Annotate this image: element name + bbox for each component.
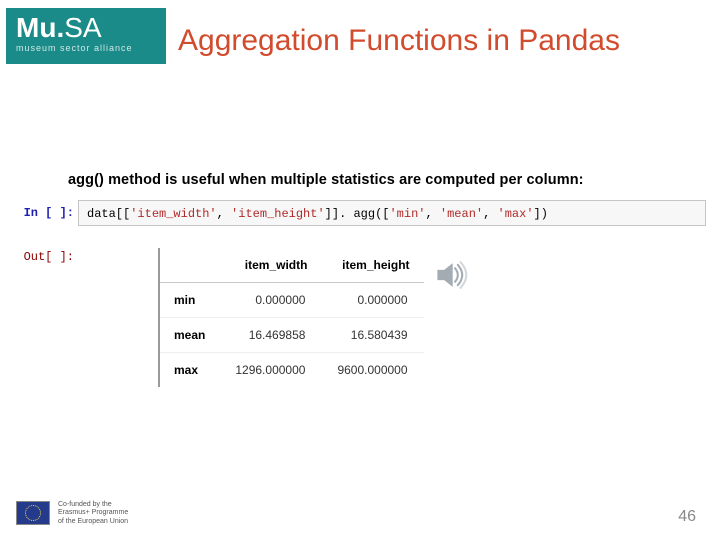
eu-flag-icon [16, 501, 50, 525]
footer-line3: of the European Union [58, 518, 128, 526]
out-prompt: Out[ ]: [16, 248, 78, 387]
table-row: min 0.000000 0.000000 [159, 283, 424, 318]
row-label-max: max [159, 353, 219, 388]
code-str4: 'mean' [440, 207, 483, 221]
table-row: max 1296.000000 9600.000000 [159, 353, 424, 388]
row-label-min: min [159, 283, 219, 318]
brand-logo: Mu.SA museum sector alliance [6, 8, 166, 64]
col-item-width: item_width [219, 248, 321, 283]
table-row: mean 16.469858 16.580439 [159, 318, 424, 353]
code-comma3: , [483, 207, 497, 221]
footer-text: Co-funded by the Erasmus+ Programme of t… [58, 501, 128, 526]
in-prompt: In [ ]: [16, 200, 78, 226]
cell: 1296.000000 [219, 353, 321, 388]
cell: 0.000000 [219, 283, 321, 318]
col-item-height: item_height [321, 248, 423, 283]
logo-subtitle: museum sector alliance [16, 44, 156, 53]
table-corner [159, 248, 219, 283]
code-str3: 'min' [389, 207, 425, 221]
slide-title: Aggregation Functions in Pandas [178, 24, 620, 58]
speaker-icon [434, 258, 468, 292]
output-table-wrap: item_width item_height min 0.000000 0.00… [158, 248, 424, 387]
table-header-row: item_width item_height [159, 248, 424, 283]
output-cell: Out[ ]: item_width item_height min 0.000… [16, 248, 706, 387]
footer-line1: Co-funded by the [58, 501, 128, 509]
output-table: item_width item_height min 0.000000 0.00… [158, 248, 424, 387]
cell: 16.580439 [321, 318, 423, 353]
logo-post: SA [64, 12, 101, 43]
logo-pre: Mu [16, 12, 56, 43]
code-cell: In [ ]: data[['item_width', 'item_height… [16, 200, 706, 226]
slide-description: agg() method is useful when multiple sta… [68, 172, 584, 188]
footer-line2: Erasmus+ Programme [58, 509, 128, 517]
cell: 0.000000 [321, 283, 423, 318]
cell: 9600.000000 [321, 353, 423, 388]
code-suffix: ]) [534, 207, 548, 221]
code-str1: 'item_width' [130, 207, 216, 221]
code-str5: 'max' [498, 207, 534, 221]
code-mid: ]]. agg([ [325, 207, 390, 221]
logo-main: Mu.SA [16, 14, 156, 42]
footer: Co-funded by the Erasmus+ Programme of t… [16, 501, 128, 526]
code-comma2: , [426, 207, 440, 221]
cell: 16.469858 [219, 318, 321, 353]
code-comma1: , [217, 207, 231, 221]
code-prefix: data[[ [87, 207, 130, 221]
page-number: 46 [678, 508, 696, 526]
code-input[interactable]: data[['item_width', 'item_height']]. agg… [78, 200, 706, 226]
in-prompt-label: In [ ]: [24, 206, 74, 220]
code-str2: 'item_height' [231, 207, 325, 221]
row-label-mean: mean [159, 318, 219, 353]
